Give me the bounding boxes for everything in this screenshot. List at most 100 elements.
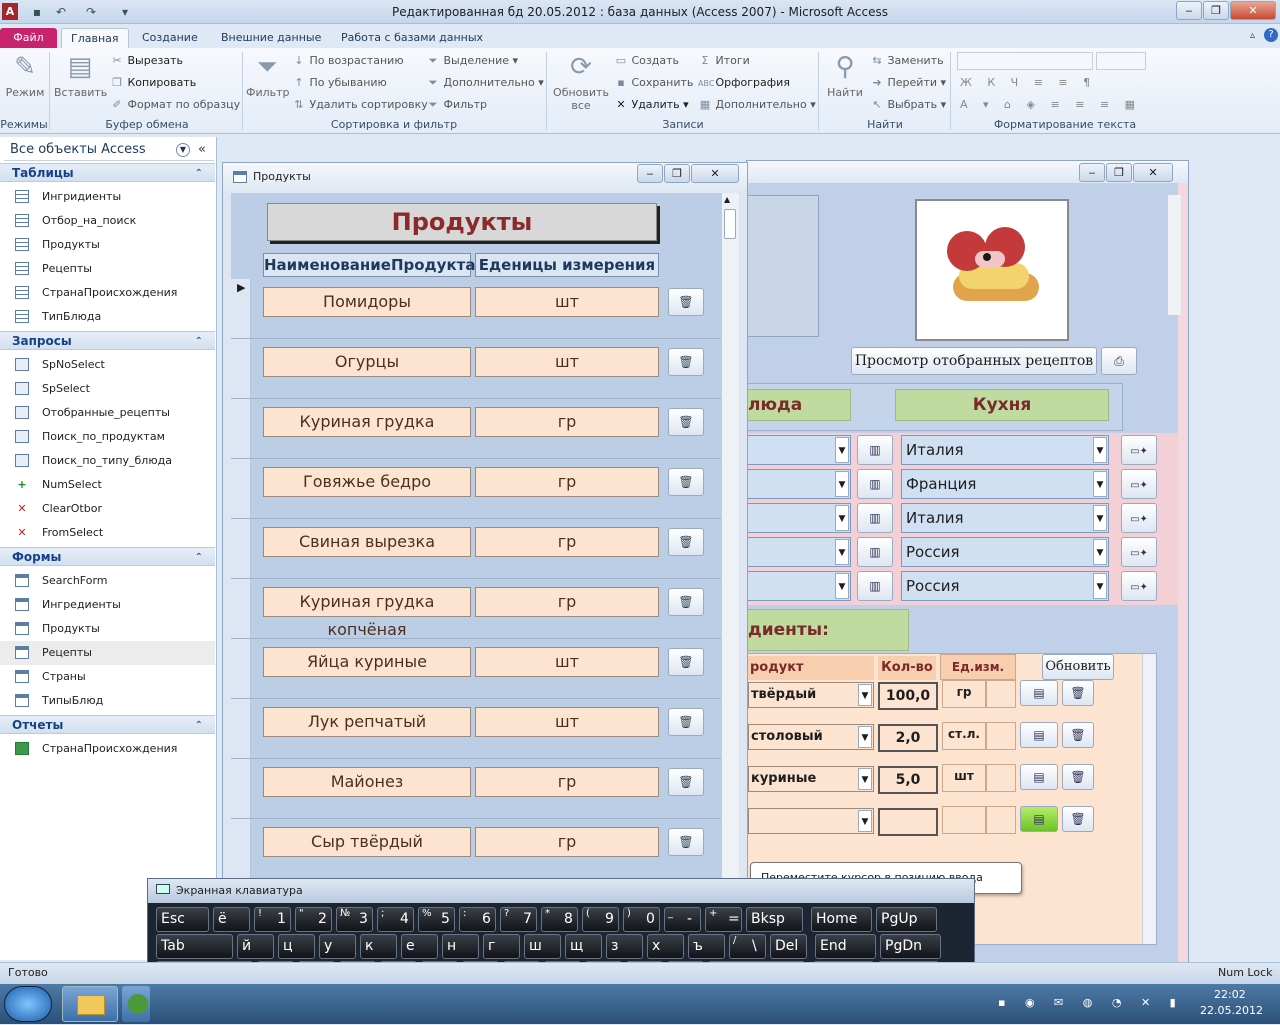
dropdown-arrow-icon[interactable]: ▼: [1093, 471, 1107, 497]
nav-menu-chevron-icon[interactable]: ▼: [176, 143, 190, 157]
delete-ingredient-button[interactable]: 🗑: [1062, 722, 1094, 748]
osk-key[interactable]: (9: [582, 907, 619, 932]
delete-product-button[interactable]: 🗑: [668, 708, 704, 736]
delete-product-button[interactable]: 🗑: [668, 768, 704, 796]
dish-type-combo[interactable]: ▼: [747, 571, 851, 601]
recipes-restore-button[interactable]: ❐: [1106, 163, 1132, 182]
osk-key[interactable]: End: [815, 934, 876, 959]
totals-button[interactable]: Σ Итоги: [698, 54, 750, 67]
products-scrollbar[interactable]: ▲: [721, 193, 739, 981]
delete-product-button[interactable]: 🗑: [668, 408, 704, 436]
clock-time[interactable]: 22:02: [1214, 988, 1246, 1001]
nav-item-form[interactable]: SearchForm: [0, 569, 215, 593]
product-name-field[interactable]: Сыр твёрдый: [263, 827, 471, 857]
product-name-field[interactable]: Свиная вырезка: [263, 527, 471, 557]
nav-item-query[interactable]: Поиск_по_типу_блюда: [0, 449, 215, 473]
nav-item-query[interactable]: ✕ FromSelect: [0, 521, 215, 545]
ingredient-qty-field[interactable]: [878, 808, 938, 836]
product-name-field[interactable]: Огурцы: [263, 347, 471, 377]
dropdown-arrow-icon[interactable]: ▼: [835, 573, 849, 599]
find-button[interactable]: ⚲ Найти: [824, 52, 866, 99]
osk-key[interactable]: Tab: [156, 934, 233, 959]
help-icon[interactable]: ?: [1264, 28, 1278, 42]
edit-ingredient-button[interactable]: ▤: [1020, 764, 1058, 790]
remove-sort-button[interactable]: ⇅ Удалить сортировку: [292, 98, 427, 111]
product-unit-field[interactable]: шт: [475, 347, 659, 377]
close-button[interactable]: ✕: [1230, 1, 1276, 20]
nav-item-form[interactable]: ТипыБлюд: [0, 689, 215, 713]
nav-section-report[interactable]: Отчеты ⌃: [0, 715, 215, 734]
product-name-field[interactable]: Помидоры: [263, 287, 471, 317]
tray-icons[interactable]: ▪ ◉ ✉ ◍ ◔ ✕ ▮: [998, 996, 1188, 1012]
osk-key[interactable]: к: [360, 934, 397, 959]
tab-database-tools[interactable]: Работа с базами данных: [332, 28, 492, 48]
open-book-button[interactable]: ▥: [857, 503, 893, 533]
dropdown-arrow-icon[interactable]: ▼: [858, 810, 872, 832]
refresh-ingredients-button[interactable]: Обновить: [1042, 654, 1114, 680]
product-unit-field[interactable]: гр: [475, 467, 659, 497]
add-cuisine-button[interactable]: ▭✦: [1121, 435, 1157, 465]
cuisine-combo[interactable]: Франция ▼: [901, 469, 1109, 499]
nav-item-table[interactable]: СтранаПроисхождения: [0, 281, 215, 305]
products-minimize-button[interactable]: ‒: [637, 164, 663, 183]
osk-key[interactable]: " 2: [295, 907, 332, 932]
format-painter-button[interactable]: ✐ Формат по образцу: [110, 98, 240, 111]
dish-type-combo[interactable]: ▼: [747, 537, 851, 567]
collapse-chevron-icon[interactable]: ⌃: [195, 332, 203, 351]
add-cuisine-button[interactable]: ▭✦: [1121, 571, 1157, 601]
nav-item-table[interactable]: Рецепты: [0, 257, 215, 281]
tab-home[interactable]: Главная: [61, 28, 129, 48]
dropdown-arrow-icon[interactable]: ▼: [1093, 573, 1107, 599]
chrome-taskbar-icon[interactable]: [122, 986, 150, 1022]
collapse-chevron-icon[interactable]: ⌃: [195, 716, 203, 735]
tab-external-data[interactable]: Внешние данные: [212, 28, 330, 48]
advanced-filter-button[interactable]: ⏷ Дополнительно ▾: [426, 76, 544, 90]
paste-button[interactable]: ▤ Вставить: [54, 52, 107, 99]
nav-item-query[interactable]: SpNoSelect: [0, 353, 215, 377]
product-name-field[interactable]: Лук репчатый: [263, 707, 471, 737]
select-button[interactable]: ↖ Выбрать ▾: [870, 98, 946, 111]
recipes-close-button[interactable]: ✕: [1133, 163, 1173, 182]
osk-key[interactable]: е: [401, 934, 438, 959]
open-book-button[interactable]: ▥: [857, 571, 893, 601]
osk-key[interactable]: / \: [729, 934, 766, 959]
font-size-combo[interactable]: [1096, 52, 1146, 70]
osk-key[interactable]: Del: [770, 934, 807, 959]
ingredient-product-combo[interactable]: твёрдый ▼: [748, 682, 874, 708]
ingredient-product-combo[interactable]: столовый ▼: [748, 724, 874, 750]
dropdown-arrow-icon[interactable]: ▼: [1093, 539, 1107, 565]
spelling-button[interactable]: ABC Орфография: [698, 76, 790, 89]
product-name-field[interactable]: Яйца куриные: [263, 647, 471, 677]
product-unit-field[interactable]: гр: [475, 527, 659, 557]
product-name-field[interactable]: Куриная грудка копчёная: [263, 587, 471, 639]
font-name-combo[interactable]: [957, 52, 1093, 70]
minimize-button[interactable]: ‒: [1176, 1, 1202, 20]
nav-item-report[interactable]: СтранаПроисхождения: [0, 737, 215, 761]
dropdown-arrow-icon[interactable]: ▼: [835, 437, 849, 463]
edit-ingredient-button[interactable]: ▤: [1020, 680, 1058, 706]
save-record-button[interactable]: ▪ Сохранить: [614, 76, 693, 89]
nav-header[interactable]: Все объекты Access ▼ «: [4, 139, 214, 161]
toggle-filter-button[interactable]: ⏷ Фильтр: [426, 98, 487, 112]
cuisine-combo[interactable]: Россия ▼: [901, 537, 1109, 567]
recipes-scrollbar[interactable]: [1167, 195, 1181, 315]
dropdown-arrow-icon[interactable]: ▼: [835, 471, 849, 497]
scroll-up-arrow-icon[interactable]: ▲: [724, 195, 730, 204]
explorer-taskbar-icon[interactable]: [62, 986, 118, 1022]
osk-key[interactable]: № 3: [336, 907, 373, 932]
nav-item-query[interactable]: + NumSelect: [0, 473, 215, 497]
tab-file[interactable]: Файл: [0, 28, 57, 48]
products-restore-button[interactable]: ❐: [664, 164, 690, 183]
nav-item-form[interactable]: Страны: [0, 665, 215, 689]
dish-type-combo[interactable]: ▼: [747, 503, 851, 533]
nav-section-query[interactable]: Запросы ⌃: [0, 331, 215, 350]
nav-item-table[interactable]: Ингридиенты: [0, 185, 215, 209]
product-name-field[interactable]: Говяжье бедро: [263, 467, 471, 497]
osk-key[interactable]: й: [237, 934, 274, 959]
minimize-ribbon-icon[interactable]: ▵: [1250, 30, 1255, 41]
cuisine-combo[interactable]: Италия ▼: [901, 503, 1109, 533]
delete-record-button[interactable]: ✕ Удалить ▾: [614, 98, 688, 111]
delete-product-button[interactable]: 🗑: [668, 588, 704, 616]
osk-key[interactable]: н: [442, 934, 479, 959]
ingredients-scrollbar[interactable]: [1142, 654, 1156, 944]
